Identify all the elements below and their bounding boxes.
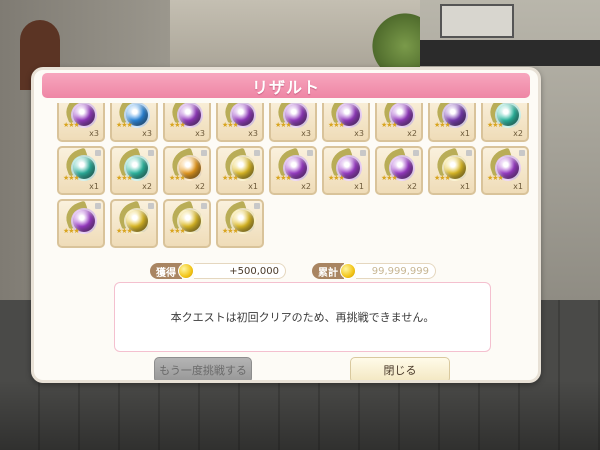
reward-item[interactable]: ★★★ x2 — [110, 146, 158, 195]
item-count: x3 — [89, 129, 99, 138]
rarity-stars-icon: ★★★ — [381, 121, 398, 129]
reward-item[interactable]: ★★★ x3 — [216, 103, 264, 142]
reward-item[interactable]: ★★★ x2 — [481, 103, 529, 142]
item-count: x1 — [89, 182, 99, 191]
item-count: x2 — [407, 129, 417, 138]
rarity-stars-icon: ★★★ — [222, 121, 239, 129]
item-count: x3 — [195, 129, 205, 138]
corner-mark-icon — [254, 150, 260, 156]
reward-item[interactable]: ★★★ x1 — [57, 146, 105, 195]
corner-mark-icon — [360, 150, 366, 156]
rarity-stars-icon: ★★★ — [116, 227, 133, 235]
rarity-stars-icon: ★★★ — [487, 174, 504, 182]
reward-item[interactable]: ★★★ x3 — [322, 103, 370, 142]
reward-item[interactable]: ★★★ x3 — [57, 103, 105, 142]
reward-item[interactable]: ★★★ x3 — [110, 103, 158, 142]
corner-mark-icon — [466, 150, 472, 156]
rarity-stars-icon: ★★★ — [169, 174, 186, 182]
rarity-stars-icon: ★★★ — [63, 121, 80, 129]
rarity-stars-icon: ★★★ — [487, 121, 504, 129]
reward-item[interactable]: ★★★ x2 — [375, 146, 423, 195]
corner-mark-icon — [307, 150, 313, 156]
rarity-stars-icon: ★★★ — [116, 121, 133, 129]
corner-mark-icon — [201, 150, 207, 156]
item-count: x2 — [513, 129, 523, 138]
rarity-stars-icon: ★★★ — [63, 227, 80, 235]
rarity-stars-icon: ★★★ — [328, 174, 345, 182]
item-count: x3 — [354, 129, 364, 138]
rarity-stars-icon: ★★★ — [169, 227, 186, 235]
gain-value: +500,000 — [194, 263, 286, 279]
item-count: x1 — [460, 182, 470, 191]
reward-item[interactable]: ★★★ x1 — [428, 146, 476, 195]
background-awning — [420, 40, 600, 66]
rarity-stars-icon: ★★★ — [63, 174, 80, 182]
rarity-stars-icon: ★★★ — [169, 121, 186, 129]
item-count: x2 — [142, 182, 152, 191]
rarity-stars-icon: ★★★ — [434, 174, 451, 182]
result-dialog: リザルト ★★★ x3 ★★★ x3 ★★★ x3 ★★★ x3 ★★★ x3 ★★★ x3 ★★★ x2… — [31, 67, 541, 383]
item-count: x3 — [301, 129, 311, 138]
corner-mark-icon — [254, 203, 260, 209]
item-count: x2 — [301, 182, 311, 191]
rarity-stars-icon: ★★★ — [222, 227, 239, 235]
item-count: x3 — [248, 129, 258, 138]
coin-icon — [178, 263, 194, 279]
total-value: 99,999,999 — [356, 263, 436, 279]
total-stat: 累計 99,999,999 — [312, 263, 436, 279]
gain-stat: 獲得 +500,000 — [150, 263, 286, 279]
rarity-stars-icon: ★★★ — [434, 121, 451, 129]
item-count: x1 — [248, 182, 258, 191]
message-box: 本クエストは初回クリアのため、再挑戦できません。 — [114, 282, 491, 352]
reward-item[interactable]: ★★★ — [216, 199, 264, 248]
corner-mark-icon — [413, 150, 419, 156]
corner-mark-icon — [519, 150, 525, 156]
reward-item[interactable]: ★★★ — [110, 199, 158, 248]
background-shade — [0, 380, 600, 450]
corner-mark-icon — [148, 150, 154, 156]
rarity-stars-icon: ★★★ — [275, 121, 292, 129]
reward-item[interactable]: ★★★ — [163, 199, 211, 248]
reward-item[interactable]: ★★★ x1 — [481, 146, 529, 195]
rarity-stars-icon: ★★★ — [275, 174, 292, 182]
reward-item[interactable]: ★★★ x1 — [322, 146, 370, 195]
item-count: x2 — [195, 182, 205, 191]
corner-mark-icon — [95, 150, 101, 156]
item-count: x1 — [354, 182, 364, 191]
reward-item[interactable]: ★★★ x1 — [216, 146, 264, 195]
message-text: 本クエストは初回クリアのため、再挑戦できません。 — [170, 311, 435, 324]
dialog-title: リザルト — [42, 73, 530, 98]
corner-mark-icon — [148, 203, 154, 209]
item-count: x2 — [407, 182, 417, 191]
item-count: x1 — [513, 182, 523, 191]
reward-item[interactable]: ★★★ x1 — [428, 103, 476, 142]
close-button[interactable]: 閉じる — [350, 357, 450, 380]
rarity-stars-icon: ★★★ — [381, 174, 398, 182]
reward-item[interactable]: ★★★ x3 — [269, 103, 317, 142]
retry-button[interactable]: もう一度挑戦する — [154, 357, 252, 380]
reward-item[interactable]: ★★★ — [57, 199, 105, 248]
reward-item[interactable]: ★★★ x3 — [163, 103, 211, 142]
reward-item[interactable]: ★★★ x2 — [375, 103, 423, 142]
rarity-stars-icon: ★★★ — [222, 174, 239, 182]
background-shop-sign — [440, 4, 514, 38]
corner-mark-icon — [201, 203, 207, 209]
reward-item[interactable]: ★★★ x2 — [163, 146, 211, 195]
coin-icon — [340, 263, 356, 279]
corner-mark-icon — [95, 203, 101, 209]
item-count: x1 — [460, 129, 470, 138]
reward-item-grid[interactable]: ★★★ x3 ★★★ x3 ★★★ x3 ★★★ x3 ★★★ x3 ★★★ x3 ★★★ x2 ★★★ x1… — [57, 103, 537, 253]
rarity-stars-icon: ★★★ — [328, 121, 345, 129]
reward-item[interactable]: ★★★ x2 — [269, 146, 317, 195]
item-count: x3 — [142, 129, 152, 138]
rarity-stars-icon: ★★★ — [116, 174, 133, 182]
